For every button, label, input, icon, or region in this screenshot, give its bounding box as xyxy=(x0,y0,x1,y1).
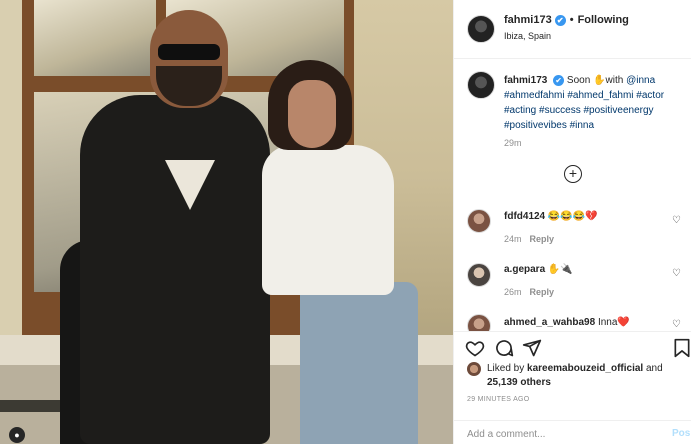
caption-username[interactable]: fahmi173 xyxy=(504,75,547,86)
post-timestamp[interactable]: 29 MINUTES AGO xyxy=(467,396,530,403)
likes-count[interactable]: 25,139 others xyxy=(487,377,551,388)
caption-text-prefix: Soon xyxy=(566,75,594,86)
caption-time: 29m xyxy=(504,138,522,148)
post-actions: Liked by kareemabouzeid_official and 25,1… xyxy=(454,331,691,444)
add-comment-bar: Pos xyxy=(454,420,691,444)
comment-text: ✋🔌 xyxy=(547,264,573,275)
reply-button[interactable]: Reply xyxy=(530,287,555,297)
post-photo[interactable]: ● xyxy=(0,0,453,444)
comment-heart-icon[interactable]: ♡ xyxy=(672,319,681,330)
caption-author-avatar[interactable] xyxy=(467,71,495,99)
plus-circle-icon[interactable]: + xyxy=(564,165,582,183)
likes-prefix: Liked by xyxy=(487,363,528,374)
liked-by-avatar[interactable] xyxy=(467,362,481,376)
photo-woman-jeans xyxy=(300,282,418,444)
comment-text: 😂😂😂💔 xyxy=(547,211,598,222)
comments-list[interactable]: fahmi173 ✔ Soon ✋with @inna #ahmedfahmi … xyxy=(454,59,691,331)
likes-conjunction: and xyxy=(643,363,663,374)
header-separator: • xyxy=(569,14,574,26)
liked-by-user[interactable]: kareemabouzeid_official xyxy=(527,363,643,374)
comment-avatar[interactable] xyxy=(467,314,491,331)
comment-avatar[interactable] xyxy=(467,263,491,287)
comment-heart-icon[interactable]: ♡ xyxy=(672,215,681,226)
caption-hashtags[interactable]: #ahmedfahmi #ahmed_fahmi #actor #acting … xyxy=(504,90,664,131)
tagged-user-icon[interactable]: ● xyxy=(9,427,25,443)
post-modal: ● fahmi173 ✔ • Following Ibiza, Spain fahmi… xyxy=(0,0,691,444)
post-location[interactable]: Ibiza, Spain xyxy=(504,31,551,41)
comment-username[interactable]: fdfd4124 xyxy=(504,211,545,222)
photo-woman-face xyxy=(288,80,336,148)
author-line: fahmi173 ✔ • Following xyxy=(504,14,629,26)
photo-man-body xyxy=(80,95,270,444)
verified-badge-icon: ✔ xyxy=(554,15,566,26)
author-username[interactable]: fahmi173 xyxy=(504,14,552,26)
likes-summary: Liked by kareemabouzeid_official and 25,1… xyxy=(487,362,687,390)
caption-mention[interactable]: @inna xyxy=(626,75,655,86)
caption-emoji: ✋ xyxy=(593,75,606,86)
author-avatar[interactable] xyxy=(467,15,495,43)
photo-woman-shirt xyxy=(262,145,394,295)
caption-verified-icon: ✔ xyxy=(553,75,565,86)
comment-meta: 26m Reply xyxy=(504,287,554,297)
comment-line: a.gepara ✋🔌 xyxy=(504,264,573,275)
paper-plane-icon[interactable] xyxy=(522,338,542,358)
reply-button[interactable]: Reply xyxy=(530,234,555,244)
post-comment-button[interactable]: Pos xyxy=(672,428,690,439)
heart-icon[interactable] xyxy=(465,338,485,358)
comment-username[interactable]: ahmed_a_wahba98 xyxy=(504,317,595,328)
post-caption: fahmi173 ✔ Soon ✋with @inna #ahmedfahmi … xyxy=(504,73,682,133)
comment-time: 26m xyxy=(504,287,522,297)
photo-man-sunglasses xyxy=(158,44,220,60)
comment-line: ahmed_a_wahba98 Inna❤️ xyxy=(504,317,630,328)
post-header: fahmi173 ✔ • Following Ibiza, Spain xyxy=(454,0,691,59)
follow-status-button[interactable]: Following xyxy=(578,14,629,26)
caption-text-with: with xyxy=(605,75,627,86)
comment-text: Inna❤️ xyxy=(597,317,630,328)
post-side-panel: fahmi173 ✔ • Following Ibiza, Spain fahmi17… xyxy=(453,0,691,444)
comment-username[interactable]: a.gepara xyxy=(504,264,545,275)
comment-meta: 24m Reply xyxy=(504,234,554,244)
add-comment-input[interactable] xyxy=(467,426,647,442)
comment-time: 24m xyxy=(504,234,522,244)
comment-bubble-icon[interactable] xyxy=(494,338,514,358)
comment-heart-icon[interactable]: ♡ xyxy=(672,268,681,279)
bookmark-icon[interactable] xyxy=(672,338,691,358)
comment-line: fdfd4124 😂😂😂💔 xyxy=(504,211,598,222)
photo-window-pane xyxy=(34,0,156,76)
comment-avatar[interactable] xyxy=(467,209,491,233)
